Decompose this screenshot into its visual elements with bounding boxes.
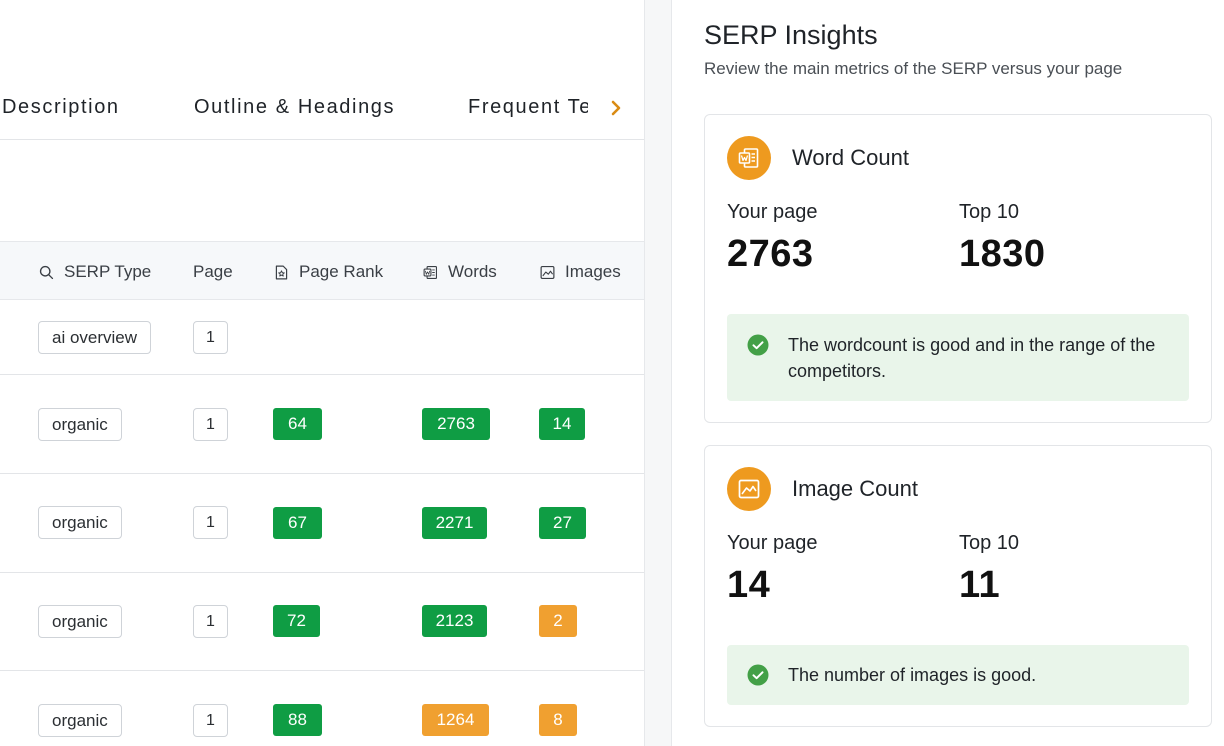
image-icon (540, 265, 555, 279)
serp-table-panel: Description Outline & Headings Frequent … (0, 0, 644, 746)
page-rank-badge: 67 (273, 507, 322, 539)
image-icon (727, 467, 771, 511)
word-document-icon (423, 265, 438, 279)
serp-type-chip: organic (38, 704, 122, 737)
your-page-value: 2763 (727, 233, 814, 275)
column-header-words[interactable]: Words (422, 262, 497, 282)
check-circle-icon (747, 664, 769, 686)
panel-divider (644, 0, 672, 746)
panel-subtitle: Review the main metrics of the SERP vers… (704, 59, 1123, 78)
top10-label: Top 10 (959, 532, 1020, 554)
tab-frequent-terms[interactable]: Frequent Te (468, 96, 588, 119)
column-header-label: SERP Type (64, 262, 152, 281)
serp-type-chip: organic (38, 408, 122, 441)
column-header-label: Words (448, 262, 497, 281)
table-header: SERP Type Page Page Rank Words Images (0, 241, 644, 300)
page-number-box: 1 (193, 506, 228, 539)
column-header-label: Images (565, 262, 621, 281)
words-badge: 2123 (422, 605, 487, 637)
page-rank-badge: 72 (273, 605, 320, 637)
images-badge: 14 (539, 408, 585, 440)
column-header-page-rank[interactable]: Page Rank (273, 262, 383, 282)
your-page-label: Your page (727, 532, 818, 554)
tab-outline-headings[interactable]: Outline & Headings (194, 96, 395, 119)
tab-bar: Description Outline & Headings Frequent … (0, 0, 644, 140)
serp-type-chip: ai overview (38, 321, 152, 354)
search-icon (39, 265, 54, 279)
panel-title: SERP Insights (704, 20, 878, 50)
serp-type-chip: organic (38, 605, 122, 638)
card-title: Image Count (792, 476, 918, 501)
check-circle-icon (747, 334, 769, 356)
table-row[interactable]: organic 1 72 2123 2 (0, 573, 644, 671)
serp-insights-panel: SERP Insights Review the main metrics of… (672, 0, 1224, 746)
serp-type-chip: organic (38, 506, 122, 539)
image-count-card: Image Count Your page Top 10 14 11 The n… (704, 445, 1212, 727)
chevron-right-icon[interactable] (604, 96, 628, 120)
image-count-note: The number of images is good. (727, 645, 1189, 705)
word-document-icon (727, 136, 771, 180)
word-count-note: The wordcount is good and in the range o… (727, 314, 1189, 401)
note-text: The wordcount is good and in the range o… (788, 335, 1156, 381)
column-header-page[interactable]: Page (193, 262, 233, 282)
words-badge: 2763 (422, 408, 490, 440)
words-badge: 2271 (422, 507, 487, 539)
words-badge: 1264 (422, 704, 489, 736)
page-number-box: 1 (193, 605, 228, 638)
column-header-serp-type[interactable]: SERP Type (38, 262, 151, 282)
column-header-images[interactable]: Images (539, 262, 621, 282)
images-badge: 27 (539, 507, 586, 539)
page-number-box: 1 (193, 704, 228, 737)
page-rank-badge: 88 (273, 704, 322, 736)
images-badge: 2 (539, 605, 577, 637)
tab-description[interactable]: Description (2, 96, 120, 119)
page-rank-badge: 64 (273, 408, 322, 440)
your-page-label: Your page (727, 201, 818, 223)
note-text: The number of images is good. (788, 665, 1037, 685)
top10-value: 11 (959, 564, 1001, 606)
table-row[interactable]: organic 1 88 1264 8 (0, 671, 644, 746)
page-number-box: 1 (193, 408, 228, 441)
table-row[interactable]: organic 1 67 2271 27 (0, 474, 644, 573)
card-title: Word Count (792, 145, 909, 170)
word-count-card: Word Count Your page Top 10 2763 1830 Th… (704, 114, 1212, 423)
top10-value: 1830 (959, 233, 1046, 275)
page-rank-icon (275, 265, 288, 279)
page-number-box: 1 (193, 321, 228, 354)
your-page-value: 14 (727, 564, 771, 606)
column-header-label: Page (193, 262, 233, 281)
table-row[interactable]: organic 1 64 2763 14 (0, 375, 644, 474)
images-badge: 8 (539, 704, 577, 736)
table-row[interactable]: ai overview 1 (0, 300, 644, 375)
column-header-label: Page Rank (299, 262, 384, 281)
top10-label: Top 10 (959, 201, 1020, 223)
